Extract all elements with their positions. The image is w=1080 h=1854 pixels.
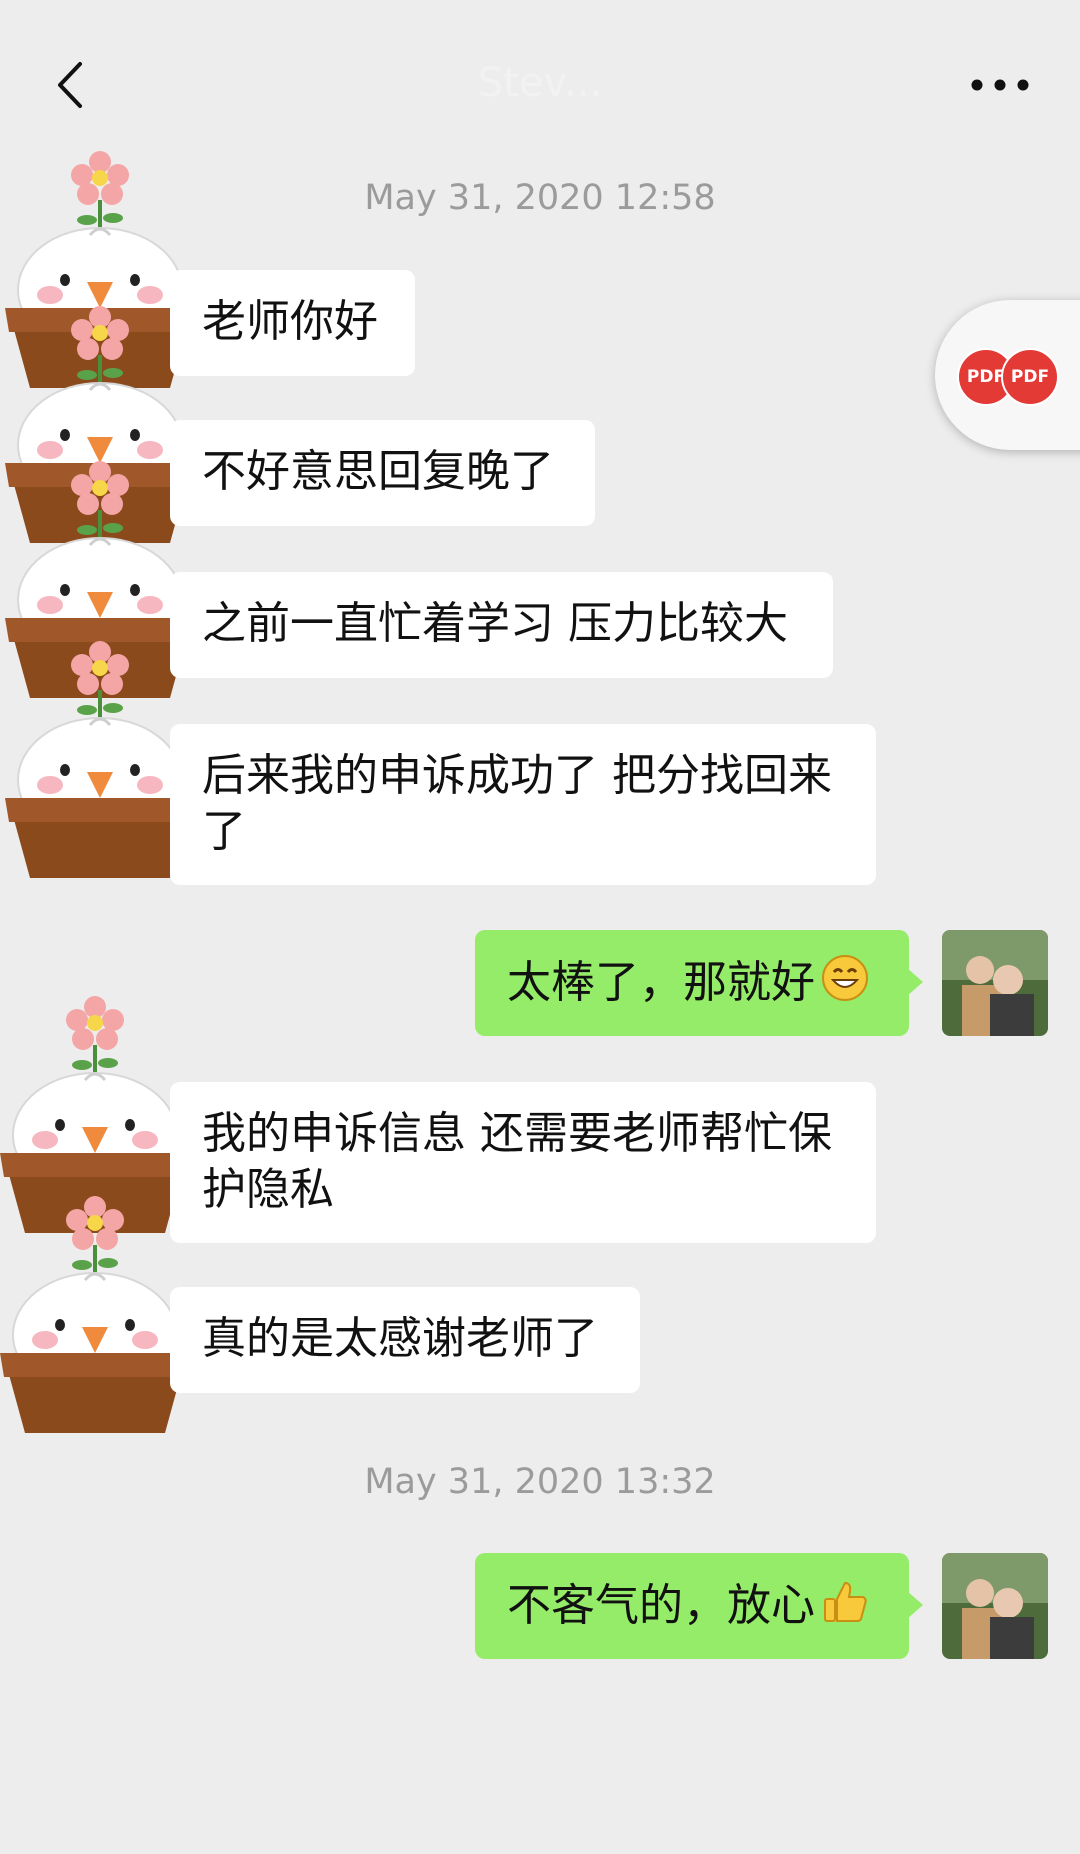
- message-bubble-received[interactable]: 老师你好: [170, 270, 415, 376]
- message-bubble-received[interactable]: 我的申诉信息 还需要老师帮忙保护隐私: [170, 1082, 876, 1243]
- sender-avatar[interactable]: [0, 1185, 190, 1435]
- more-button[interactable]: [960, 50, 1040, 120]
- thumbs-up-emoji-icon: [821, 1577, 869, 1639]
- chat-title: Stev...: [477, 60, 603, 106]
- message-bubble-sent[interactable]: 不客气的，放心: [475, 1553, 923, 1659]
- sender-avatar[interactable]: [5, 630, 195, 880]
- message-bubble-received[interactable]: 之前一直忙着学习 压力比较大: [170, 572, 833, 678]
- message-bubble-received[interactable]: 真的是太感谢老师了: [170, 1287, 640, 1393]
- floating-pdf-window[interactable]: PDF PDF: [935, 300, 1080, 450]
- message-bubble-sent[interactable]: 太棒了，那就好: [475, 930, 923, 1036]
- pdf-icon: PDF: [1001, 348, 1059, 406]
- message-bubble-received[interactable]: 后来我的申诉成功了 把分找回来了: [170, 724, 876, 885]
- timestamp: May 31, 2020 13:32: [364, 1462, 716, 1502]
- message-text: 太棒了，那就好: [507, 957, 815, 1008]
- message-text: 不客气的，放心: [507, 1580, 815, 1631]
- more-dots-icon: [971, 79, 1029, 91]
- my-avatar[interactable]: [942, 930, 1048, 1036]
- my-avatar[interactable]: [942, 1553, 1048, 1659]
- grin-emoji-icon: [821, 954, 869, 1016]
- message-bubble-received[interactable]: 不好意思回复晚了: [170, 420, 595, 526]
